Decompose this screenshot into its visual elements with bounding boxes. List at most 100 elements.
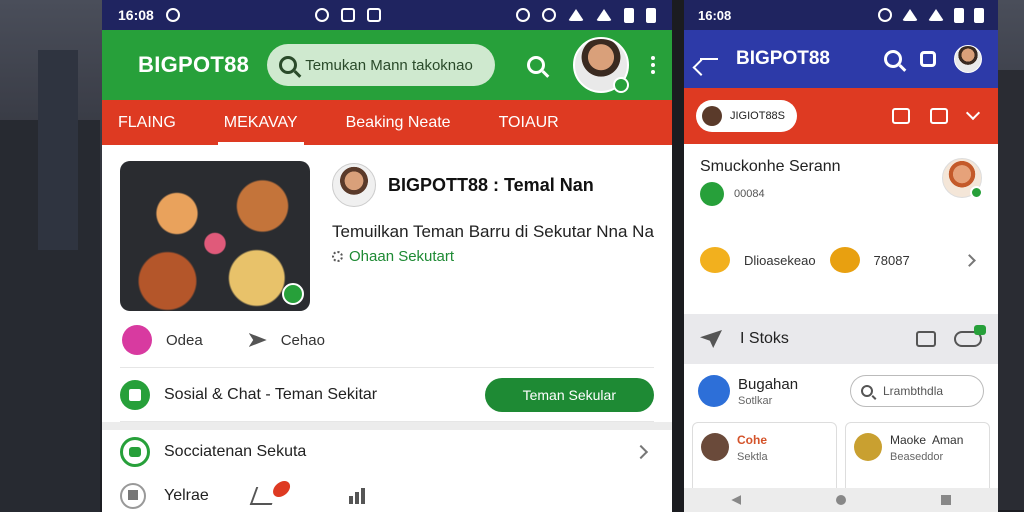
grid-card[interactable]: Cohe Sektla — [692, 422, 837, 496]
sync-icon — [314, 8, 329, 22]
status-time: 16:08 — [118, 7, 154, 23]
food-image[interactable] — [120, 161, 310, 311]
phone-screen-secondary: 16:08 BIGPOT88 JIGIOT88S Smuckonhe Seran… — [684, 0, 998, 512]
status-bar: 16:08 — [684, 0, 998, 30]
battery-icon — [624, 7, 634, 23]
card-description: Temuilkan Teman Barru di Sekutar Nna Na — [332, 222, 654, 241]
card-title: BIGPOTT88 : Temal Nan — [388, 174, 594, 195]
food-thumbnail — [854, 433, 882, 461]
bottom-nav-label[interactable]: Yelrae — [164, 487, 209, 505]
grid-card-title: Maoke — [890, 433, 927, 447]
action-label: Odea — [166, 331, 203, 349]
background-building — [998, 70, 1024, 510]
card-link[interactable]: Ohaan Sekutart — [332, 248, 654, 265]
list-item[interactable]: Dlioasekeao 78087 — [684, 236, 998, 284]
grid-card-sub: Sektla — [737, 451, 768, 463]
avatar[interactable] — [954, 45, 982, 73]
search-icon — [279, 56, 298, 74]
add-user-icon[interactable] — [892, 108, 910, 124]
tab-4[interactable]: TOIAUR — [499, 100, 559, 145]
bottom-nav-row: Yelrae — [120, 474, 654, 512]
signal-icon — [596, 9, 612, 21]
search-icon[interactable] — [527, 56, 546, 74]
list-item-label: Socciatenan Sekuta — [164, 443, 307, 460]
stats-icon[interactable] — [348, 488, 365, 504]
search-input[interactable]: Lrambthdla — [850, 375, 984, 407]
settings-icon — [878, 8, 892, 22]
home-icon[interactable] — [835, 495, 846, 505]
avatar[interactable] — [942, 158, 983, 199]
phone-screen-main: 16:08 BIGPOT88 Temukan Mann takoknao FLA — [102, 0, 672, 512]
gap-divider — [672, 0, 684, 512]
card-link-label: Ohaan Sekutart — [349, 247, 455, 265]
search-icon[interactable] — [884, 50, 902, 68]
back-arrow-icon[interactable] — [700, 58, 718, 60]
social-row-label: Sosial & Chat - Teman Sekitar — [164, 385, 378, 403]
row-subtitle: Sotlkar — [738, 394, 773, 407]
refresh-icon[interactable] — [282, 283, 304, 305]
back-icon[interactable] — [731, 495, 742, 505]
chat-bubble-icon — [120, 437, 150, 467]
status-time: 16:08 — [698, 7, 732, 23]
action-cehao[interactable]: Cehao — [248, 331, 325, 349]
wifi-icon — [568, 9, 584, 21]
notification-bell-icon[interactable] — [249, 481, 293, 505]
battery-icon — [954, 7, 964, 23]
search-icon — [861, 385, 873, 397]
list-item[interactable]: Socciatenan Sekuta — [120, 430, 654, 474]
signal-icon — [928, 9, 944, 21]
app-title: BIGPOT88 — [138, 52, 250, 77]
section-subtitle: 00084 — [734, 188, 765, 200]
avatar[interactable] — [573, 37, 630, 93]
more-options-icon[interactable] — [651, 56, 656, 74]
plus-icon[interactable] — [700, 182, 724, 206]
message-icon — [340, 8, 355, 22]
teman-sekular-button[interactable]: Teman Sekular — [484, 377, 654, 412]
emoji-icon — [700, 247, 730, 273]
search-placeholder: Lrambthdla — [883, 384, 944, 398]
status-bar: 16:08 — [102, 0, 672, 30]
feed-card: BIGPOTT88 : Temal Nan Temuilkan Teman Ba… — [120, 157, 654, 368]
copy-icon[interactable] — [930, 108, 948, 124]
profile-chip-label: JIGIOT88S — [730, 110, 786, 122]
battery-icon — [974, 7, 984, 23]
check-icon — [698, 375, 730, 407]
toggle-icon[interactable] — [954, 325, 986, 347]
avatar — [701, 433, 729, 461]
alarm-icon — [516, 8, 530, 22]
chevron-right-icon — [633, 444, 649, 460]
action-odea[interactable]: Odea — [122, 325, 203, 355]
tab-2[interactable]: MEKAVAY — [217, 100, 304, 145]
search-placeholder: Temukan Mann takoknao — [305, 56, 473, 74]
app-bar: BIGPOT88 Temukan Mann takoknao — [102, 30, 672, 100]
tab-1[interactable]: FLAING — [118, 100, 176, 145]
recents-icon[interactable] — [940, 495, 951, 505]
message-icon[interactable] — [916, 331, 936, 347]
search-row: Bugahan Sotlkar Lrambthdla — [684, 364, 998, 418]
action-label: Cehao — [280, 331, 325, 349]
app-title: BIGPOT88 — [736, 48, 830, 69]
list-item-label: Dlioasekeao — [744, 252, 816, 268]
online-badge-icon — [613, 77, 630, 93]
divider — [102, 422, 672, 430]
notification-icon — [165, 8, 180, 22]
row-title: Bugahan — [738, 375, 799, 393]
tab-bar: FLAING MEKAVAY Beaking Neate TOIAUR — [102, 100, 672, 145]
online-badge-icon — [970, 186, 983, 199]
emoji-icon — [829, 247, 860, 273]
share-icon — [248, 333, 267, 347]
social-row: Sosial & Chat - Teman Sekitar Teman Seku… — [120, 368, 654, 422]
send-icon[interactable] — [700, 330, 722, 348]
chevron-down-icon[interactable] — [965, 105, 981, 121]
home-icon[interactable] — [120, 483, 146, 509]
settings-icon[interactable] — [920, 51, 936, 67]
chat-icon — [120, 379, 150, 410]
heart-icon — [122, 325, 152, 355]
battery-icon — [646, 7, 656, 23]
grid-card[interactable]: Maoke Aman Beaseddor — [845, 422, 990, 496]
tab-3[interactable]: Beaking Neate — [346, 100, 451, 145]
search-input[interactable]: Temukan Mann takoknao — [267, 44, 496, 86]
profile-chip[interactable]: JIGIOT88S — [696, 100, 798, 132]
avatar[interactable] — [332, 163, 376, 207]
grid-card-title: Cohe — [737, 433, 767, 447]
